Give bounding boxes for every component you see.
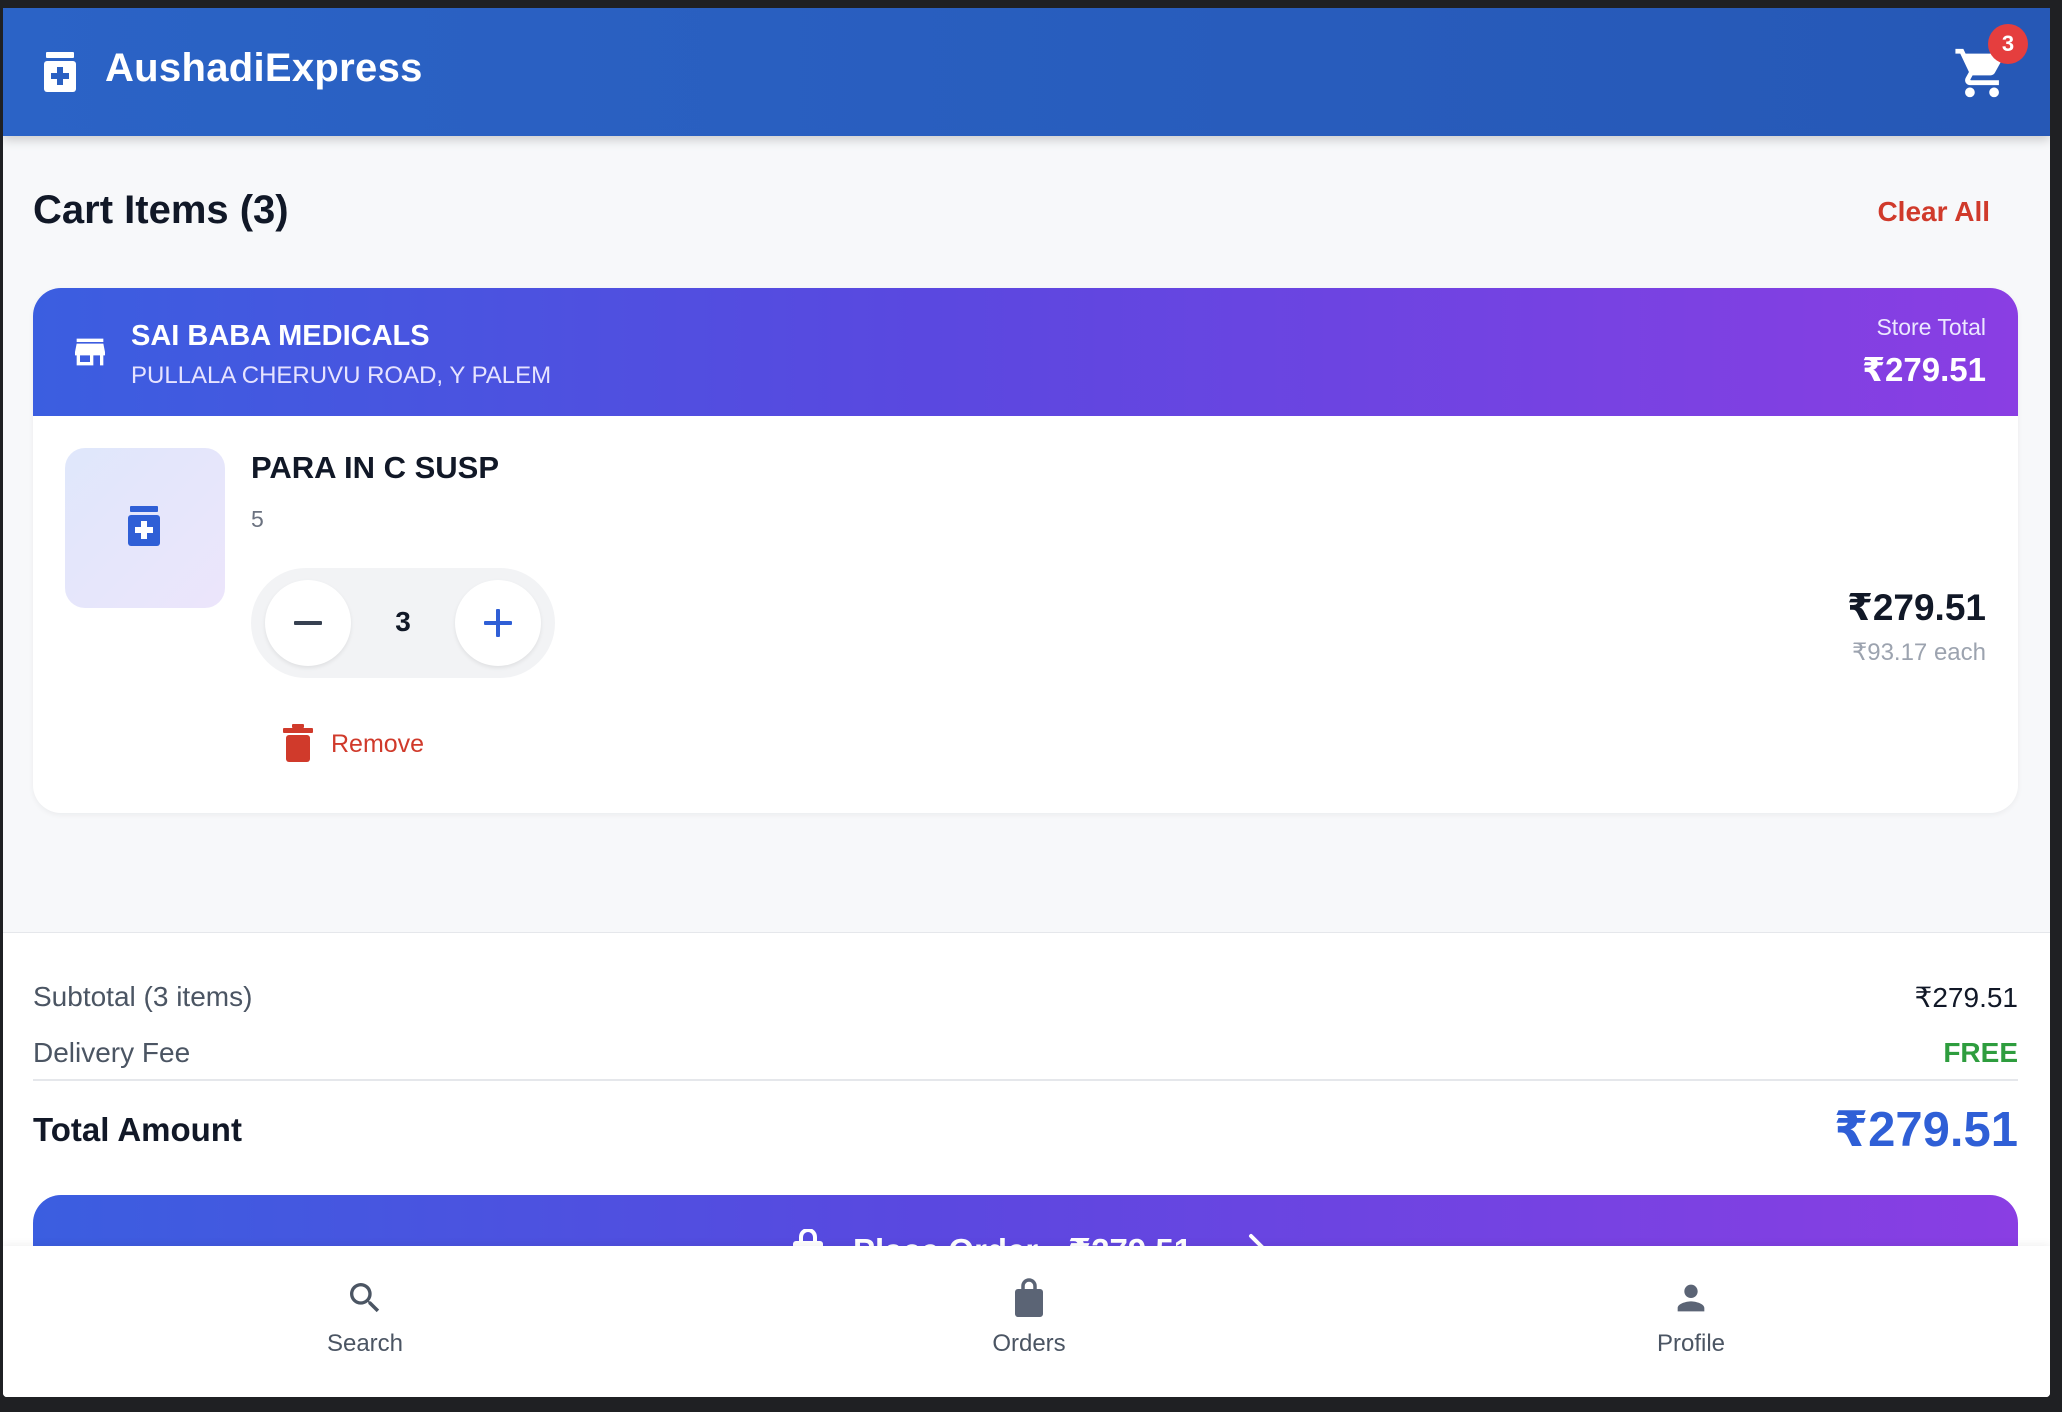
store-card: SAI BABA MEDICALS PULLALA CHERUVU ROAD, …: [33, 288, 2018, 813]
nav-orders[interactable]: Orders: [929, 1278, 1129, 1378]
app-header: AushadiExpress 3: [3, 8, 2050, 136]
store-header: SAI BABA MEDICALS PULLALA CHERUVU ROAD, …: [33, 288, 2018, 416]
store-address: PULLALA CHERUVU ROAD, Y PALEM: [131, 362, 552, 389]
subtotal-label: Subtotal (3 items): [33, 981, 253, 1012]
delivery-fee-label: Delivery Fee: [33, 1037, 191, 1068]
cart-title: Cart Items (3): [33, 188, 289, 232]
nav-orders-label: Orders: [992, 1330, 1066, 1357]
app-title: AushadiExpress: [105, 46, 423, 90]
item-subtitle: 5: [251, 506, 264, 532]
plus-icon: [484, 609, 512, 637]
item-price: ₹279.51: [1847, 587, 1986, 628]
minus-icon: [294, 621, 322, 625]
nav-profile[interactable]: Profile: [1591, 1278, 1791, 1378]
subtotal-value: ₹279.51: [1914, 982, 2018, 1013]
clear-all-button[interactable]: Clear All: [1877, 196, 1990, 228]
cart-count-badge: 3: [1988, 24, 2028, 64]
nav-search-label: Search: [326, 1330, 404, 1357]
total-amount-label: Total Amount: [33, 1111, 242, 1148]
quantity-stepper: 3: [251, 568, 555, 678]
remove-label: Remove: [331, 730, 425, 758]
shopping-bag-icon: [1015, 1278, 1043, 1317]
trash-icon: [283, 724, 313, 762]
medicine-bottle-icon: [43, 52, 77, 92]
nav-profile-label: Profile: [1656, 1330, 1726, 1357]
store-name: SAI BABA MEDICALS: [131, 320, 430, 352]
store-icon: [69, 332, 111, 372]
person-icon: [1677, 1284, 1705, 1312]
nav-search[interactable]: Search: [265, 1278, 465, 1378]
increase-quantity-button[interactable]: [455, 580, 541, 666]
item-thumbnail: [65, 448, 225, 608]
app-window: AushadiExpress 3 Cart Items (3) Clear Al…: [3, 8, 2050, 1397]
medicine-bottle-icon: [128, 506, 160, 546]
total-amount-value: ₹279.51: [1834, 1103, 2018, 1157]
summary-divider: [33, 1079, 2018, 1081]
item-name: PARA IN C SUSP: [251, 450, 500, 485]
store-total-label: Store Total: [1876, 314, 1986, 340]
search-icon: [350, 1283, 380, 1313]
store-total-value: ₹279.51: [1862, 351, 1986, 388]
delivery-fee-value: FREE: [1943, 1037, 2018, 1068]
bottom-navigation: Search Orders Profile: [3, 1246, 2050, 1397]
quantity-value: 3: [395, 606, 411, 637]
decrease-quantity-button[interactable]: [265, 580, 351, 666]
item-unit-price: ₹93.17 each: [1851, 639, 1986, 666]
